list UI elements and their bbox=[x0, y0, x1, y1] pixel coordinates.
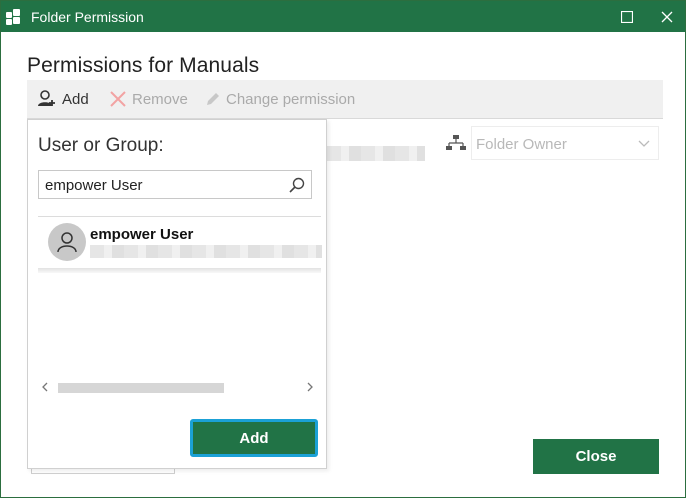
scroll-thumb[interactable] bbox=[58, 383, 224, 393]
user-group-picker: User or Group: empower User empower User… bbox=[27, 119, 327, 469]
change-permission-label: Change permission bbox=[226, 90, 356, 108]
add-selected-button[interactable]: Add bbox=[190, 419, 318, 457]
folder-permission-window: Folder Permission Permissions for Manual… bbox=[0, 0, 686, 498]
list-item[interactable]: empower User bbox=[38, 217, 322, 269]
search-field[interactable] bbox=[38, 170, 312, 199]
toolbar: Add Remove Change permission bbox=[27, 80, 663, 119]
add-label: Add bbox=[62, 90, 89, 108]
window-title: Folder Permission bbox=[31, 9, 144, 25]
remove-button[interactable]: Remove bbox=[109, 80, 188, 118]
user-name: empower User bbox=[90, 226, 194, 243]
chevron-left-icon bbox=[42, 382, 48, 392]
remove-icon bbox=[110, 91, 126, 107]
chevron-right-icon bbox=[307, 382, 313, 392]
add-user-button[interactable]: Add bbox=[37, 80, 89, 118]
close-window-button[interactable] bbox=[647, 1, 685, 32]
horizontal-scrollbar[interactable] bbox=[38, 380, 318, 394]
pencil-icon bbox=[207, 93, 219, 105]
user-icon bbox=[57, 232, 77, 253]
scroll-left-button[interactable] bbox=[38, 380, 52, 394]
redacted-text bbox=[327, 146, 425, 161]
app-icon bbox=[6, 9, 22, 25]
search-results: empower User bbox=[38, 216, 322, 269]
maximize-icon bbox=[621, 10, 633, 23]
chevron-down-icon bbox=[638, 140, 650, 147]
close-icon bbox=[661, 11, 673, 22]
avatar bbox=[48, 223, 86, 261]
scroll-right-button[interactable] bbox=[303, 380, 317, 394]
redacted-user-detail bbox=[90, 245, 322, 258]
page-title: Permissions for Manuals bbox=[27, 54, 260, 77]
list-divider bbox=[38, 268, 321, 273]
picker-title: User or Group: bbox=[38, 135, 164, 156]
permission-level-select[interactable]: Folder Owner bbox=[471, 126, 659, 160]
title-bar: Folder Permission bbox=[1, 1, 685, 32]
change-permission-button[interactable]: Change permission bbox=[205, 80, 355, 118]
maximize-button[interactable] bbox=[607, 1, 647, 32]
add-user-icon bbox=[38, 90, 55, 106]
search-button[interactable] bbox=[287, 175, 307, 195]
search-input[interactable] bbox=[45, 175, 275, 195]
permission-level-value: Folder Owner bbox=[476, 136, 567, 153]
close-button[interactable]: Close bbox=[533, 439, 659, 474]
remove-label: Remove bbox=[132, 90, 188, 108]
search-icon bbox=[289, 177, 305, 193]
hierarchy-icon bbox=[446, 135, 466, 150]
